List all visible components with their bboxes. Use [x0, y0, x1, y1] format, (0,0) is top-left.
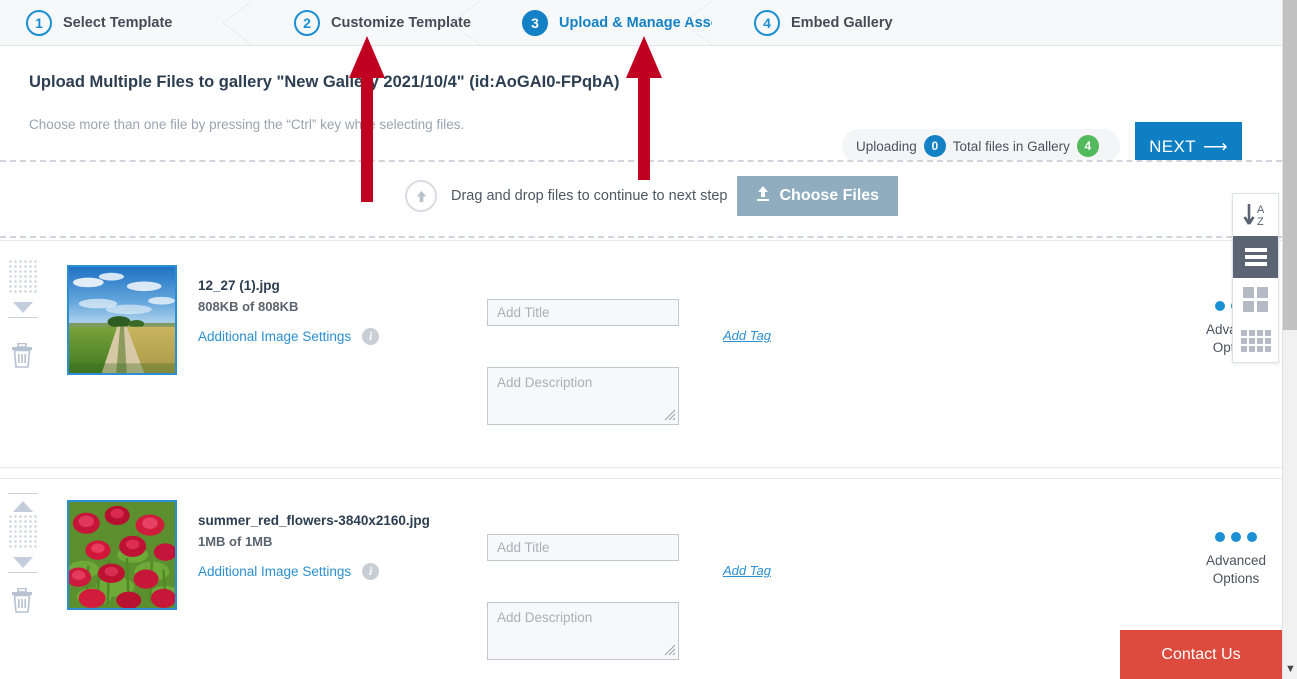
small-grid-view-icon: [1240, 330, 1271, 352]
svg-text:Z: Z: [1257, 216, 1264, 228]
contact-us-label: Contact Us: [1161, 645, 1241, 663]
uploading-count: 0: [923, 135, 946, 157]
handle-divider: [8, 317, 38, 318]
title-input[interactable]: [487, 299, 679, 326]
advanced-options-label: Advanced Options: [1205, 553, 1267, 586]
step-customize-template[interactable]: 2 Customize Template: [252, 0, 481, 46]
status-badge: Uploading 0 Total files in Gallery 4: [842, 129, 1120, 163]
move-up-icon[interactable]: [9, 498, 37, 514]
grid-view-button[interactable]: [1233, 278, 1278, 320]
delete-file-icon[interactable]: [8, 585, 36, 615]
choose-files-label: Choose Files: [779, 187, 880, 204]
description-input[interactable]: [487, 367, 679, 425]
dropzone-text: Drag and drop files to continue to next …: [451, 188, 728, 204]
total-files-label: Total files in Gallery: [952, 138, 1070, 154]
sort-az-icon: A Z: [1241, 202, 1271, 228]
drag-grip-icon[interactable]: [8, 259, 38, 295]
step-label: Upload & Manage Assets: [559, 14, 732, 31]
svg-text:A: A: [1257, 204, 1265, 216]
additional-image-settings-link[interactable]: Additional Image Settings: [198, 329, 351, 344]
handle-divider: [8, 493, 38, 494]
drag-grip-icon[interactable]: [8, 514, 38, 550]
file-dropzone[interactable]: Drag and drop files to continue to next …: [0, 160, 1282, 238]
step-number: 3: [522, 9, 548, 36]
grid-view-icon: [1243, 286, 1268, 312]
row-handles: [8, 259, 40, 370]
additional-image-settings-link[interactable]: Additional Image Settings: [198, 564, 351, 579]
file-name: 12_27 (1).jpg: [198, 278, 280, 293]
move-down-icon[interactable]: [9, 299, 37, 315]
description-input[interactable]: [487, 602, 679, 660]
advanced-options-dots-icon: [1188, 532, 1284, 542]
sort-az-button[interactable]: A Z: [1233, 194, 1278, 236]
choose-files-button[interactable]: Choose Files: [737, 176, 899, 216]
step-number: 4: [754, 9, 780, 36]
upload-icon: [756, 186, 770, 206]
wizard-steps-bar: 1 Select Template 2 Customize Template 3…: [0, 0, 1282, 46]
file-meta: summer_red_flowers-3840x2160.jpg 1MB of …: [198, 513, 430, 580]
page-scrollbar[interactable]: ▼: [1282, 0, 1297, 679]
file-row: 12_27 (1).jpg 808KB of 808KB Additional …: [0, 240, 1282, 468]
file-name: summer_red_flowers-3840x2160.jpg: [198, 513, 430, 528]
file-row: summer_red_flowers-3840x2160.jpg 1MB of …: [0, 478, 1282, 679]
step-number: 2: [294, 9, 320, 36]
contact-us-button[interactable]: Contact Us: [1120, 630, 1282, 679]
small-grid-view-button[interactable]: [1233, 320, 1278, 362]
step-label: Select Template: [63, 14, 173, 31]
thumbnail-image-landscape-field-path: [69, 267, 175, 373]
page-subtitle: Choose more than one file by pressing th…: [29, 117, 465, 132]
list-view-button[interactable]: [1233, 236, 1278, 278]
scroll-down-icon[interactable]: ▼: [1283, 661, 1297, 677]
arrow-right-icon: ⟶: [1203, 136, 1228, 156]
delete-file-icon[interactable]: [8, 340, 36, 370]
file-thumbnail[interactable]: [67, 500, 177, 610]
info-icon[interactable]: i: [362, 328, 380, 345]
file-size: 1MB of 1MB: [198, 534, 273, 549]
page-header: Upload Multiple Files to gallery "New Ga…: [0, 47, 1282, 171]
info-icon[interactable]: i: [362, 563, 380, 580]
total-files-count: 4: [1076, 135, 1099, 157]
file-meta: 12_27 (1).jpg 808KB of 808KB Additional …: [198, 278, 380, 345]
next-button-label: NEXT: [1149, 136, 1197, 156]
move-down-icon[interactable]: [9, 554, 37, 570]
step-embed-gallery[interactable]: 4 Embed Gallery: [712, 0, 952, 45]
step-label: Customize Template: [331, 14, 471, 31]
view-mode-panel: A Z: [1232, 193, 1279, 363]
add-tag-link[interactable]: Add Tag: [723, 328, 771, 343]
upload-assets-page: 1 Select Template 2 Customize Template 3…: [0, 0, 1297, 679]
uploading-label: Uploading: [856, 138, 917, 154]
row-handles: [8, 491, 40, 615]
page-title: Upload Multiple Files to gallery "New Ga…: [29, 73, 620, 91]
title-input[interactable]: [487, 534, 679, 561]
advanced-options[interactable]: Advanced Options: [1188, 532, 1284, 588]
step-upload-manage-assets[interactable]: 3 Upload & Manage Assets: [480, 0, 732, 46]
handle-divider: [8, 572, 38, 573]
step-number: 1: [26, 9, 52, 36]
add-tag-link[interactable]: Add Tag: [723, 563, 771, 578]
file-size: 808KB of 808KB: [198, 299, 299, 314]
scrollbar-thumb[interactable]: [1283, 0, 1297, 330]
upload-circle-icon: [405, 180, 437, 212]
list-view-icon: [1244, 245, 1267, 269]
step-label: Embed Gallery: [791, 14, 893, 31]
file-thumbnail[interactable]: [67, 265, 177, 375]
step-select-template[interactable]: 1 Select Template: [0, 0, 253, 46]
thumbnail-image-red-daisy-flowers: [69, 502, 175, 608]
